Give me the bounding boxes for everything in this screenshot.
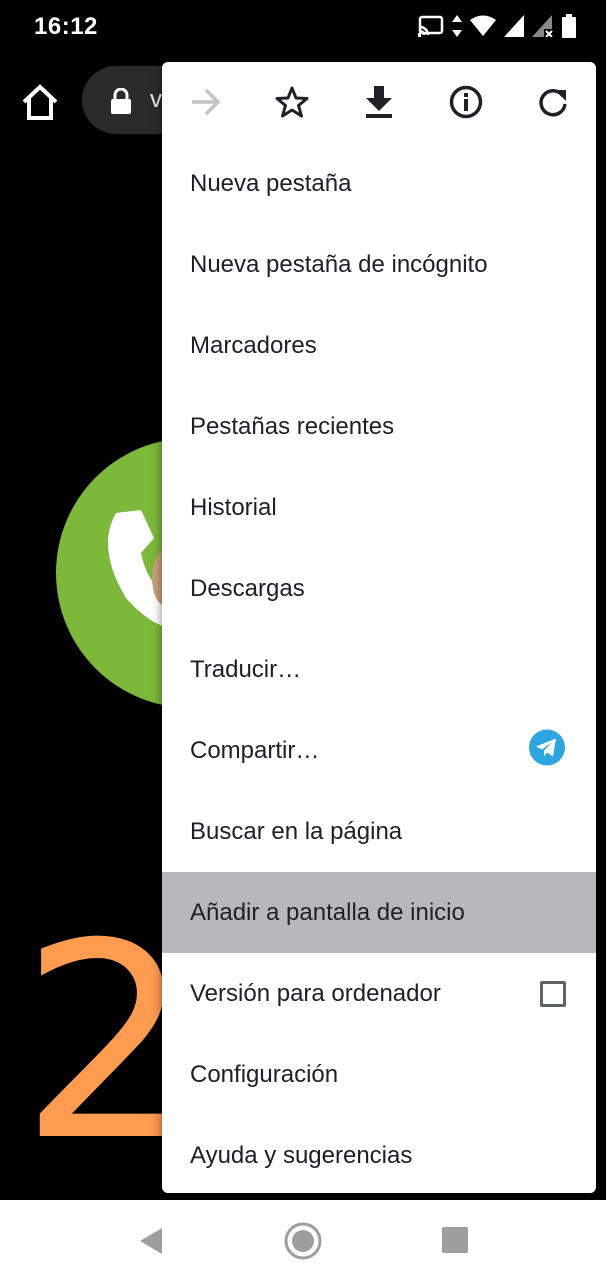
telegram-icon — [529, 729, 565, 765]
reload-icon — [539, 88, 567, 117]
forward-button[interactable] — [186, 82, 226, 122]
menu-icon-row — [162, 62, 596, 142]
home-circle-icon[interactable] — [284, 1222, 322, 1260]
signal-noservice-icon — [532, 15, 553, 37]
menu-item-downloads[interactable]: Descargas — [162, 548, 596, 629]
menu-item-label: Traducir… — [190, 655, 302, 683]
cast-icon — [418, 15, 444, 37]
back-icon[interactable] — [138, 1226, 164, 1256]
home-icon — [22, 84, 58, 120]
menu-item-add-to-home[interactable]: Añadir a pantalla de inicio — [162, 872, 596, 953]
menu-item-label: Descargas — [190, 574, 305, 602]
menu-item-label: Nueva pestaña — [190, 169, 352, 197]
lock-icon — [111, 88, 131, 114]
signal-icon — [504, 15, 524, 37]
menu-item-help[interactable]: Ayuda y sugerencias — [162, 1115, 596, 1193]
menu-list: Nueva pestaña Nueva pestaña de incógnito… — [162, 143, 596, 1193]
menu-item-label: Pestañas recientes — [190, 412, 395, 440]
info-icon — [449, 85, 483, 119]
menu-item-label: Configuración — [190, 1060, 339, 1088]
menu-item-bookmarks[interactable]: Marcadores — [162, 305, 596, 386]
menu-item-share[interactable]: Compartir… — [162, 710, 596, 791]
telegram-share-shortcut[interactable] — [528, 728, 566, 773]
menu-item-label: Compartir… — [190, 736, 320, 764]
menu-item-translate[interactable]: Traducir… — [162, 629, 596, 710]
menu-item-incognito-tab[interactable]: Nueva pestaña de incógnito — [162, 224, 596, 305]
data-arrows-icon — [452, 15, 462, 37]
menu-item-history[interactable]: Historial — [162, 467, 596, 548]
home-button[interactable] — [18, 82, 62, 122]
status-bar: 16:12 — [0, 0, 606, 52]
reload-button[interactable] — [533, 82, 573, 122]
menu-item-label: Nueva pestaña de incógnito — [190, 250, 488, 278]
menu-item-label: Marcadores — [190, 331, 317, 359]
download-button[interactable] — [359, 82, 399, 122]
menu-item-label: Historial — [190, 493, 277, 521]
wifi-icon — [470, 15, 496, 36]
url-text: v — [150, 86, 162, 113]
status-icons — [418, 14, 576, 38]
status-time: 16:12 — [34, 13, 98, 40]
bookmark-star-icon — [275, 86, 309, 118]
info-button[interactable] — [446, 82, 486, 122]
forward-icon — [192, 88, 221, 116]
bookmark-button[interactable] — [272, 82, 312, 122]
menu-item-label: Buscar en la página — [190, 817, 403, 845]
menu-item-find-in-page[interactable]: Buscar en la página — [162, 791, 596, 872]
menu-item-new-tab[interactable]: Nueva pestaña — [162, 143, 596, 224]
menu-item-desktop-site[interactable]: Versión para ordenador — [162, 953, 596, 1034]
recents-icon[interactable] — [442, 1227, 468, 1253]
menu-item-label: Versión para ordenador — [190, 979, 441, 1007]
download-icon — [366, 86, 392, 118]
menu-item-label: Añadir a pantalla de inicio — [190, 898, 465, 926]
overflow-menu: Nueva pestaña Nueva pestaña de incógnito… — [162, 62, 596, 1193]
desktop-site-checkbox[interactable] — [540, 980, 566, 1007]
menu-item-label: Ayuda y sugerencias — [190, 1141, 413, 1169]
menu-item-recent-tabs[interactable]: Pestañas recientes — [162, 386, 596, 467]
battery-icon — [562, 14, 576, 38]
menu-item-settings[interactable]: Configuración — [162, 1034, 596, 1115]
system-nav-bar — [0, 1200, 606, 1280]
